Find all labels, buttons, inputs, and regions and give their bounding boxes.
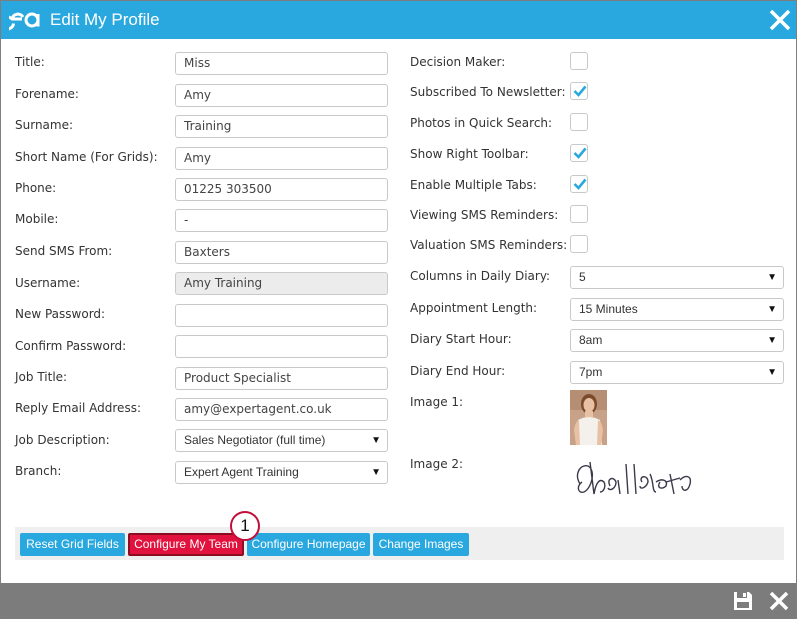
reset-grid-fields-button[interactable]: Reset Grid Fields bbox=[20, 533, 125, 556]
viewing-sms-checkbox[interactable] bbox=[570, 205, 588, 223]
show-right-toolbar-label: Show Right Toolbar: bbox=[410, 147, 529, 161]
viewing-sms-label: Viewing SMS Reminders: bbox=[410, 208, 559, 222]
username-input: Amy Training bbox=[175, 272, 388, 295]
send-sms-from-label: Send SMS From: bbox=[15, 244, 113, 258]
branch-value: Expert Agent Training bbox=[184, 465, 299, 479]
phone-label: Phone: bbox=[15, 181, 57, 195]
valuation-sms-label: Valuation SMS Reminders: bbox=[410, 238, 568, 252]
decision-maker-label: Decision Maker: bbox=[410, 55, 506, 69]
decision-maker-checkbox[interactable] bbox=[570, 52, 588, 70]
username-label: Username: bbox=[15, 276, 81, 290]
photos-quick-search-checkbox[interactable] bbox=[570, 113, 588, 131]
appointment-length-value: 15 Minutes bbox=[579, 302, 638, 316]
new-password-input[interactable] bbox=[175, 304, 388, 327]
title-bar: Edit My Profile bbox=[1, 1, 796, 39]
dropdown-arrow-icon: ▼ bbox=[371, 467, 381, 478]
dropdown-arrow-icon: ▼ bbox=[371, 435, 381, 446]
job-title-input[interactable]: Product Specialist bbox=[175, 367, 388, 390]
job-description-value: Sales Negotiator (full time) bbox=[184, 433, 326, 447]
mobile-label: Mobile: bbox=[15, 212, 59, 226]
profile-photo-image bbox=[570, 390, 607, 445]
image1-label: Image 1: bbox=[410, 395, 464, 409]
diary-end-hour-label: Diary End Hour: bbox=[410, 364, 506, 378]
newsletter-checkbox[interactable] bbox=[570, 82, 588, 100]
change-images-button[interactable]: Change Images bbox=[373, 533, 469, 556]
branch-label: Branch: bbox=[15, 464, 62, 478]
branch-select[interactable]: Expert Agent Training ▼ bbox=[175, 461, 388, 484]
dropdown-arrow-icon: ▼ bbox=[767, 272, 777, 283]
appointment-length-label: Appointment Length: bbox=[410, 301, 538, 315]
columns-daily-diary-value: 5 bbox=[579, 270, 586, 284]
enable-multiple-tabs-label: Enable Multiple Tabs: bbox=[410, 178, 537, 192]
short-name-input[interactable]: Amy bbox=[175, 147, 388, 170]
configure-my-team-button[interactable]: Configure My Team bbox=[128, 533, 244, 556]
image2-label: Image 2: bbox=[410, 457, 464, 471]
title-label: Title: bbox=[15, 55, 45, 69]
job-description-label: Job Description: bbox=[15, 433, 110, 447]
reply-email-input[interactable]: amy@expertagent.co.uk bbox=[175, 398, 388, 421]
footer-bar bbox=[1, 583, 796, 618]
newsletter-label: Subscribed To Newsletter: bbox=[410, 85, 566, 99]
diary-end-hour-value: 7pm bbox=[579, 365, 603, 379]
forename-label: Forename: bbox=[15, 87, 79, 101]
checkmark-icon bbox=[573, 85, 587, 97]
reply-email-label: Reply Email Address: bbox=[15, 401, 141, 415]
appointment-length-select[interactable]: 15 Minutes ▼ bbox=[570, 298, 784, 321]
ea-logo-icon bbox=[9, 12, 40, 31]
enable-multiple-tabs-checkbox[interactable] bbox=[570, 175, 588, 193]
profile-photo[interactable] bbox=[570, 390, 607, 445]
dropdown-arrow-icon: ▼ bbox=[767, 367, 777, 378]
confirm-password-input[interactable] bbox=[175, 335, 388, 358]
job-title-label: Job Title: bbox=[15, 370, 68, 384]
surname-input[interactable]: Training bbox=[175, 115, 388, 138]
step-callout-badge: 1 bbox=[230, 511, 260, 541]
signature-image[interactable] bbox=[570, 452, 719, 506]
columns-daily-diary-label: Columns in Daily Diary: bbox=[410, 269, 551, 283]
dialog-title: Edit My Profile bbox=[50, 10, 160, 29]
photos-quick-search-label: Photos in Quick Search: bbox=[410, 116, 553, 130]
valuation-sms-checkbox[interactable] bbox=[570, 235, 588, 253]
surname-label: Surname: bbox=[15, 118, 74, 132]
save-icon[interactable] bbox=[733, 591, 753, 611]
send-sms-from-input[interactable]: Baxters bbox=[175, 241, 388, 264]
diary-end-hour-select[interactable]: 7pm ▼ bbox=[570, 361, 784, 384]
close-icon[interactable] bbox=[767, 7, 793, 33]
job-description-select[interactable]: Sales Negotiator (full time) ▼ bbox=[175, 429, 388, 452]
diary-start-hour-value: 8am bbox=[579, 333, 603, 347]
checkmark-icon bbox=[573, 147, 587, 159]
dropdown-arrow-icon: ▼ bbox=[767, 335, 777, 346]
edit-profile-dialog: Edit My Profile Title: Forename: Surname… bbox=[0, 0, 797, 619]
close-icon[interactable] bbox=[769, 591, 789, 611]
title-input[interactable]: Miss bbox=[175, 52, 388, 75]
diary-start-hour-label: Diary Start Hour: bbox=[410, 332, 512, 346]
dropdown-arrow-icon: ▼ bbox=[767, 304, 777, 315]
signature-drawing bbox=[576, 461, 692, 495]
forename-input[interactable]: Amy bbox=[175, 84, 388, 107]
show-right-toolbar-checkbox[interactable] bbox=[570, 144, 588, 162]
new-password-label: New Password: bbox=[15, 307, 106, 321]
mobile-input[interactable]: - bbox=[175, 209, 388, 232]
confirm-password-label: Confirm Password: bbox=[15, 339, 127, 353]
configure-homepage-button[interactable]: Configure Homepage bbox=[247, 533, 370, 556]
diary-start-hour-select[interactable]: 8am ▼ bbox=[570, 329, 784, 352]
columns-daily-diary-select[interactable]: 5 ▼ bbox=[570, 266, 784, 289]
phone-input[interactable]: 01225 303500 bbox=[175, 178, 388, 201]
short-name-label: Short Name (For Grids): bbox=[15, 150, 158, 164]
checkmark-icon bbox=[573, 178, 587, 190]
